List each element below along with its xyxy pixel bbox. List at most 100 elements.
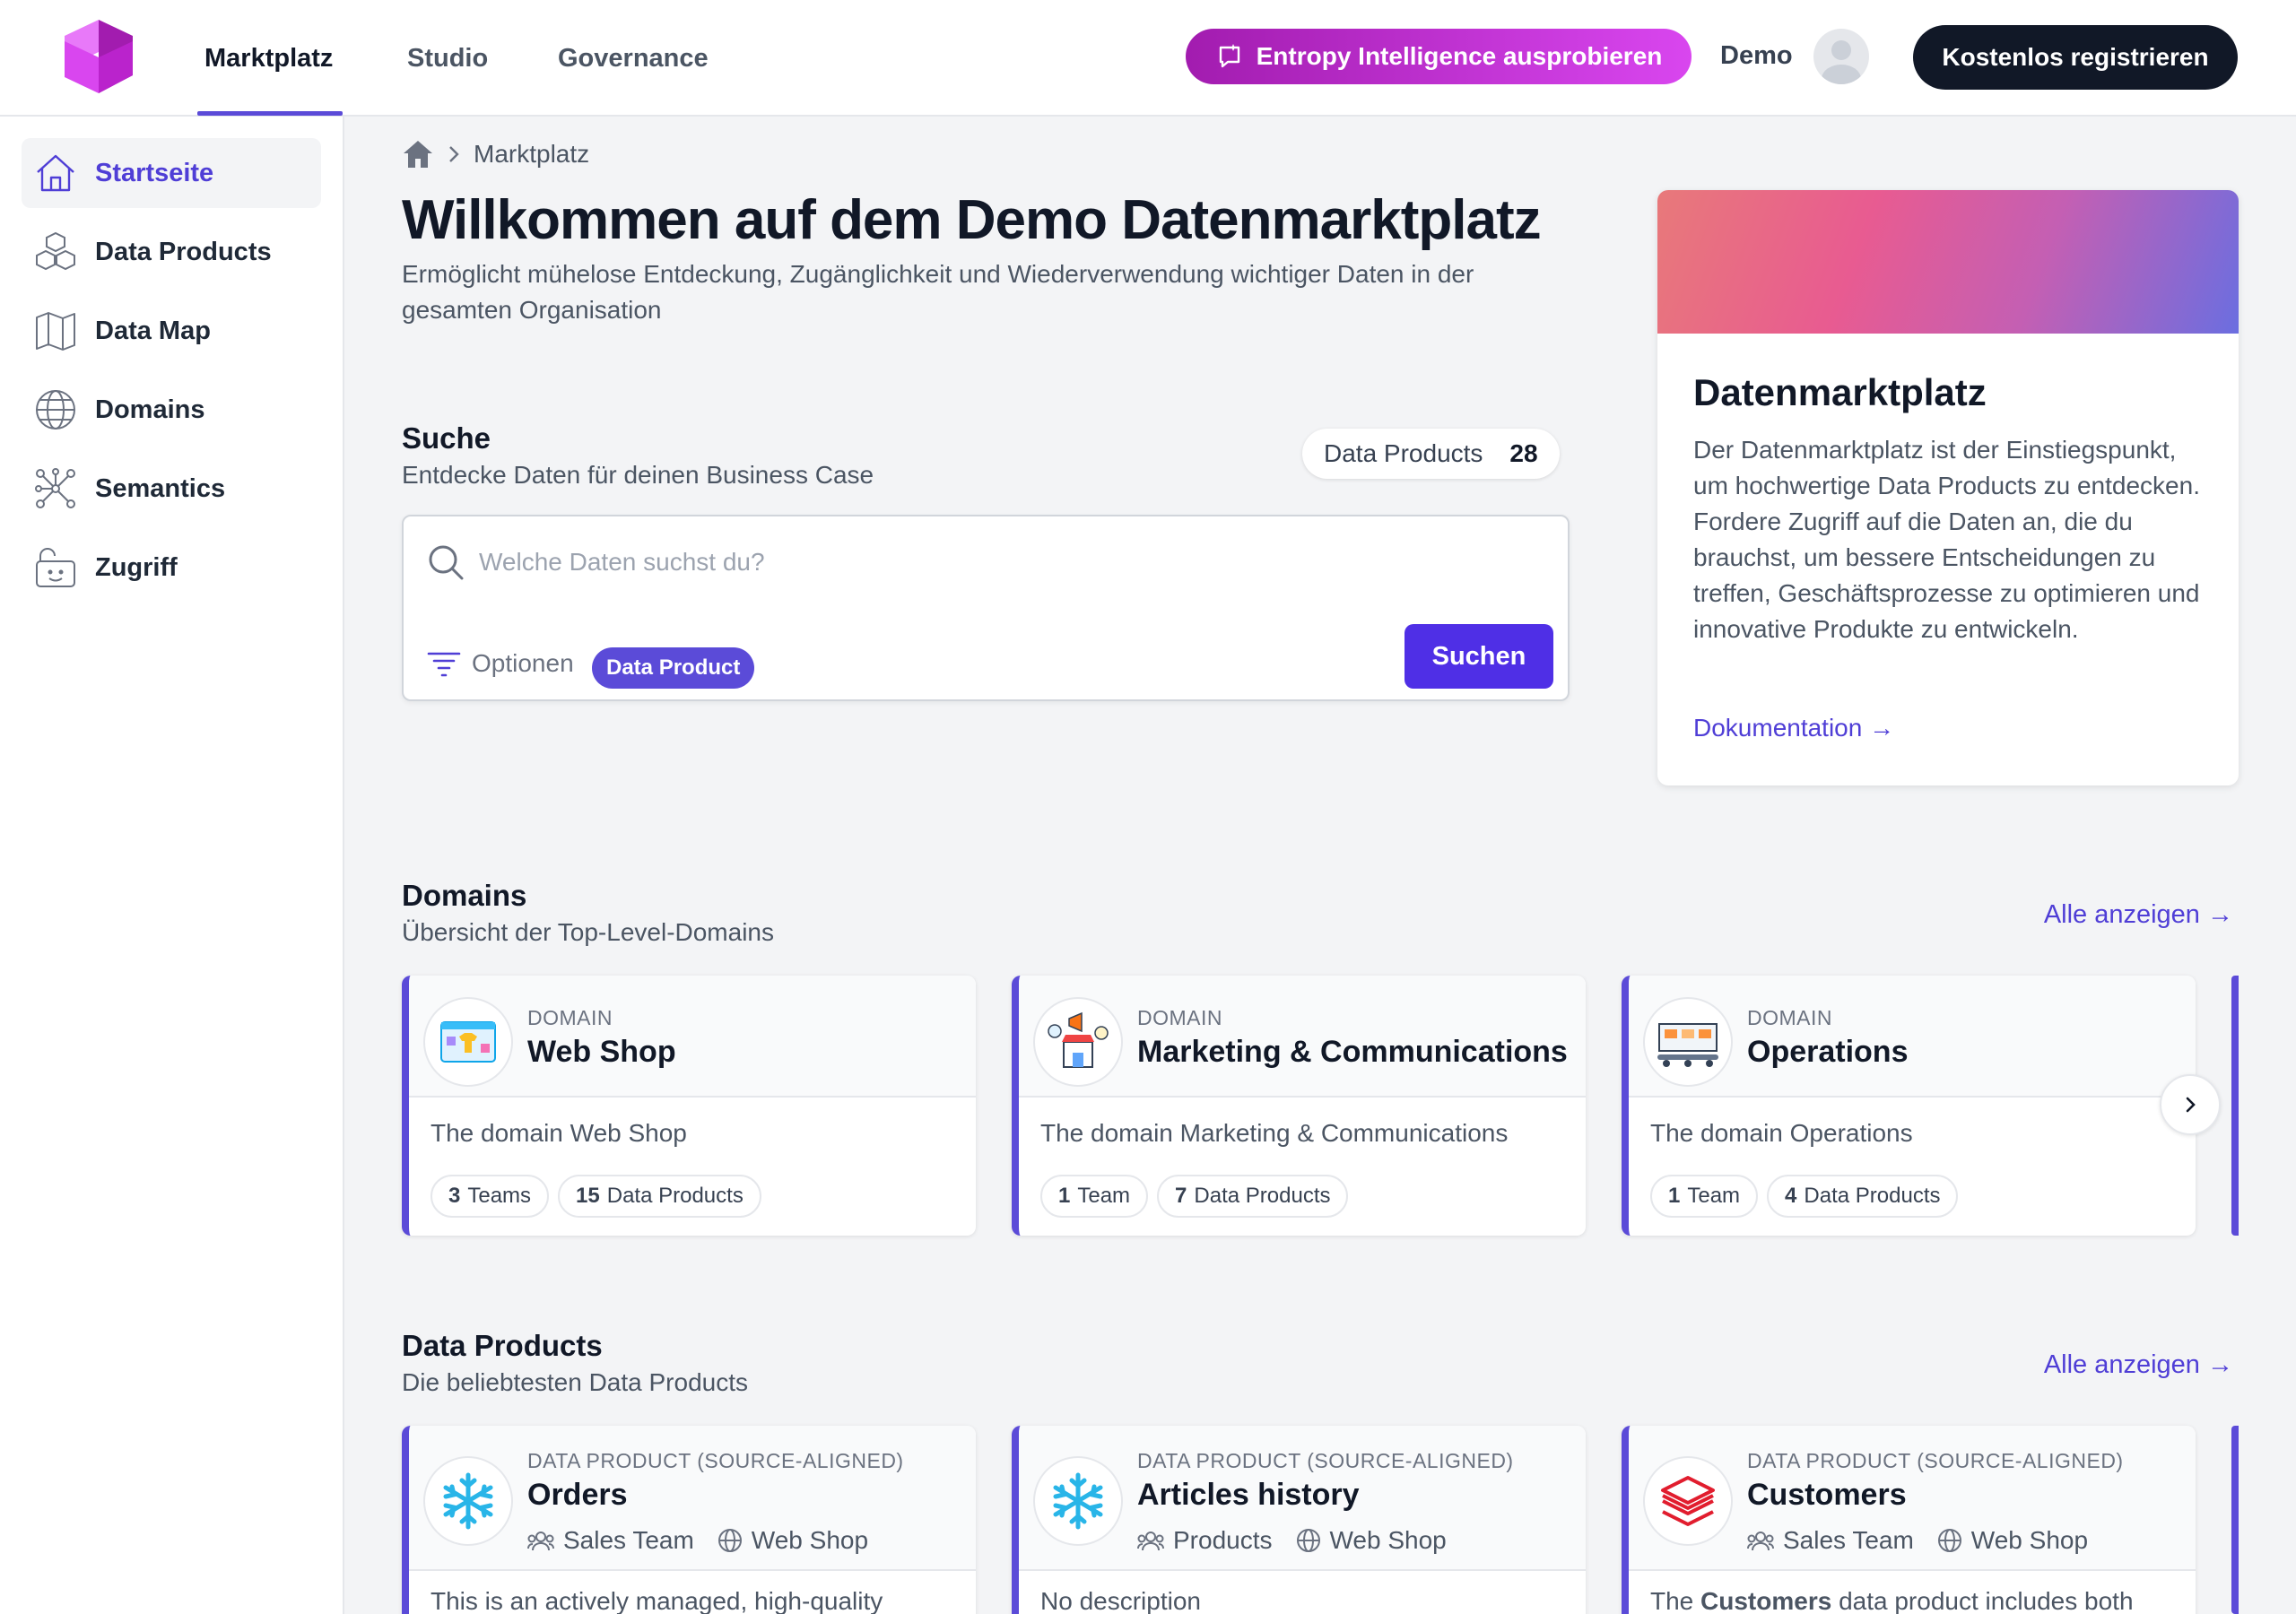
teams-count-chip: 1 Team — [1040, 1175, 1149, 1218]
card-description: The domain Operations — [1650, 1119, 1913, 1147]
options-button[interactable]: Optionen — [427, 649, 574, 678]
card-description: The domain Marketing & Communications — [1040, 1119, 1509, 1147]
domain-card-marketing[interactable]: DOMAIN Marketing & Communications The do… — [1012, 976, 1586, 1236]
sidebar-item-domains[interactable]: Domains — [22, 375, 321, 445]
card-description: This is an actively managed, high-qualit… — [430, 1587, 883, 1614]
sidebar-item-startseite[interactable]: Startseite — [22, 138, 321, 208]
card-title: Articles history — [1137, 1478, 1360, 1512]
card-description: No description — [1040, 1587, 1201, 1614]
sidebar-item-label: Startseite — [95, 158, 214, 187]
search-input[interactable] — [479, 540, 1376, 585]
info-card-title: Datenmarktplatz — [1693, 371, 1987, 413]
domains-section-subtitle: Übersicht der Top-Level-Domains — [402, 918, 774, 946]
web-shop-illustration-icon — [423, 997, 513, 1087]
team-icon — [1137, 1532, 1164, 1551]
domain-card-web-shop[interactable]: DOMAIN Web Shop The domain Web Shop 3 Tea… — [402, 976, 976, 1236]
carousel-next-button[interactable] — [2160, 1074, 2221, 1135]
teams-count-chip: 1 Team — [1650, 1175, 1759, 1218]
tab-studio[interactable]: Studio — [407, 0, 488, 117]
card-type-label: DATA PRODUCT (SOURCE-ALIGNED) — [527, 1449, 904, 1472]
search-section-title: Suche — [402, 421, 491, 455]
next-card-edge — [2231, 976, 2239, 1236]
domain-name: Web Shop — [1970, 1526, 2089, 1554]
avatar[interactable] — [1813, 29, 1869, 84]
card-description: The Customers data product includes both — [1650, 1587, 2134, 1614]
card-stats: 3 Teams 15 Data Products — [430, 1175, 761, 1218]
card-title: Orders — [527, 1478, 628, 1512]
domain-name: Web Shop — [751, 1526, 869, 1554]
chevron-right-icon — [2186, 1097, 2196, 1113]
card-type-label: DOMAIN — [1747, 1006, 1832, 1029]
access-icon — [32, 544, 79, 591]
next-card-edge — [2231, 1426, 2239, 1614]
data-products-count-chip: 7 Data Products — [1157, 1175, 1349, 1218]
team-icon — [527, 1532, 554, 1551]
domains-section-title: Domains — [402, 879, 527, 912]
search-section-subtitle: Entdecke Daten für deinen Business Case — [402, 461, 874, 489]
data-products-show-all-link[interactable]: Alle anzeigen → — [2044, 1350, 2233, 1380]
globe-icon — [32, 386, 79, 433]
sparkle-chat-icon — [1219, 44, 1239, 68]
documentation-link[interactable]: Dokumentation → — [1693, 714, 1894, 742]
team-icon — [1747, 1532, 1774, 1551]
data-products-section-title: Data Products — [402, 1329, 603, 1362]
card-meta: Products Web Shop — [1137, 1526, 1447, 1555]
card-type-label: DOMAIN — [527, 1006, 613, 1029]
sidebar-item-data-map[interactable]: Data Map — [22, 296, 321, 366]
globe-icon — [1296, 1529, 1320, 1552]
card-title: Operations — [1747, 1035, 1909, 1069]
map-icon — [32, 308, 79, 354]
card-title: Customers — [1747, 1478, 1907, 1512]
teams-count-chip: 3 Teams — [430, 1175, 550, 1218]
card-header: DATA PRODUCT (SOURCE-ALIGNED) Orders Sal… — [409, 1426, 976, 1571]
page-title: Willkommen auf dem Demo Datenmarktplatz — [402, 189, 1542, 251]
info-card-banner — [1657, 190, 2239, 334]
entropy-intelligence-button[interactable]: Entropy Intelligence ausprobieren — [1186, 29, 1692, 84]
tab-governance[interactable]: Governance — [558, 0, 709, 117]
domain-card-operations[interactable]: DOMAIN Operations The domain Operations … — [1622, 976, 2196, 1236]
search-icon — [429, 545, 464, 580]
breadcrumb: Marktplatz — [402, 139, 589, 169]
home-icon[interactable] — [402, 139, 434, 169]
data-products-section-subtitle: Die beliebtesten Data Products — [402, 1368, 748, 1396]
breadcrumb-current: Marktplatz — [474, 140, 590, 168]
card-type-label: DATA PRODUCT (SOURCE-ALIGNED) — [1137, 1449, 1514, 1472]
card-header: DOMAIN Operations — [1629, 976, 2196, 1098]
cubes-icon — [32, 229, 79, 275]
search-panel: Optionen Data Product Suchen — [402, 515, 1570, 701]
data-product-card-orders[interactable]: DATA PRODUCT (SOURCE-ALIGNED) Orders Sal… — [402, 1426, 976, 1614]
sidebar-item-label: Data Products — [95, 237, 272, 266]
data-products-count-badge: Data Products 28 — [1302, 429, 1560, 479]
snowflake-icon — [1033, 1456, 1123, 1546]
marketing-illustration-icon — [1033, 997, 1123, 1087]
card-title: Web Shop — [527, 1035, 676, 1069]
card-stats: 1 Team 7 Data Products — [1040, 1175, 1349, 1218]
register-button[interactable]: Kostenlos registrieren — [1913, 25, 2238, 90]
data-products-count-chip: 15 Data Products — [558, 1175, 761, 1218]
user-name[interactable]: Demo — [1720, 41, 1793, 71]
card-stats: 1 Team 4 Data Products — [1650, 1175, 1959, 1218]
card-title: Marketing & Communications — [1137, 1035, 1568, 1069]
active-tab-indicator — [197, 111, 343, 116]
team-name: Sales Team — [1783, 1526, 1914, 1554]
sidebar-item-data-products[interactable]: Data Products — [22, 217, 321, 287]
tab-marktplatz[interactable]: Marktplatz — [204, 0, 333, 117]
data-product-card-articles-history[interactable]: DATA PRODUCT (SOURCE-ALIGNED) Articles h… — [1012, 1426, 1586, 1614]
sidebar-item-semantics[interactable]: Semantics — [22, 454, 321, 524]
search-button[interactable]: Suchen — [1405, 624, 1553, 689]
sidebar-item-zugriff[interactable]: Zugriff — [22, 533, 321, 603]
sidebar-item-label: Domains — [95, 395, 205, 424]
databricks-icon — [1643, 1456, 1733, 1546]
card-meta: Sales Team Web Shop — [527, 1526, 868, 1555]
chevron-right-icon — [449, 146, 459, 162]
domains-show-all-link[interactable]: Alle anzeigen → — [2044, 900, 2233, 930]
app-logo-icon[interactable] — [61, 16, 136, 97]
team-name: Products — [1173, 1526, 1273, 1554]
sidebar: Startseite Data Products Data Map Domain… — [0, 117, 344, 1614]
data-product-card-customers[interactable]: DATA PRODUCT (SOURCE-ALIGNED) Customers … — [1622, 1426, 2196, 1614]
data-products-count-chip: 4 Data Products — [1767, 1175, 1959, 1218]
entropy-button-label: Entropy Intelligence ausprobieren — [1256, 42, 1663, 70]
operations-illustration-icon — [1643, 997, 1733, 1087]
top-navigation: Marktplatz Studio Governance Entropy Int… — [0, 0, 2296, 117]
data-product-filter-tag[interactable]: Data Product — [592, 647, 755, 689]
